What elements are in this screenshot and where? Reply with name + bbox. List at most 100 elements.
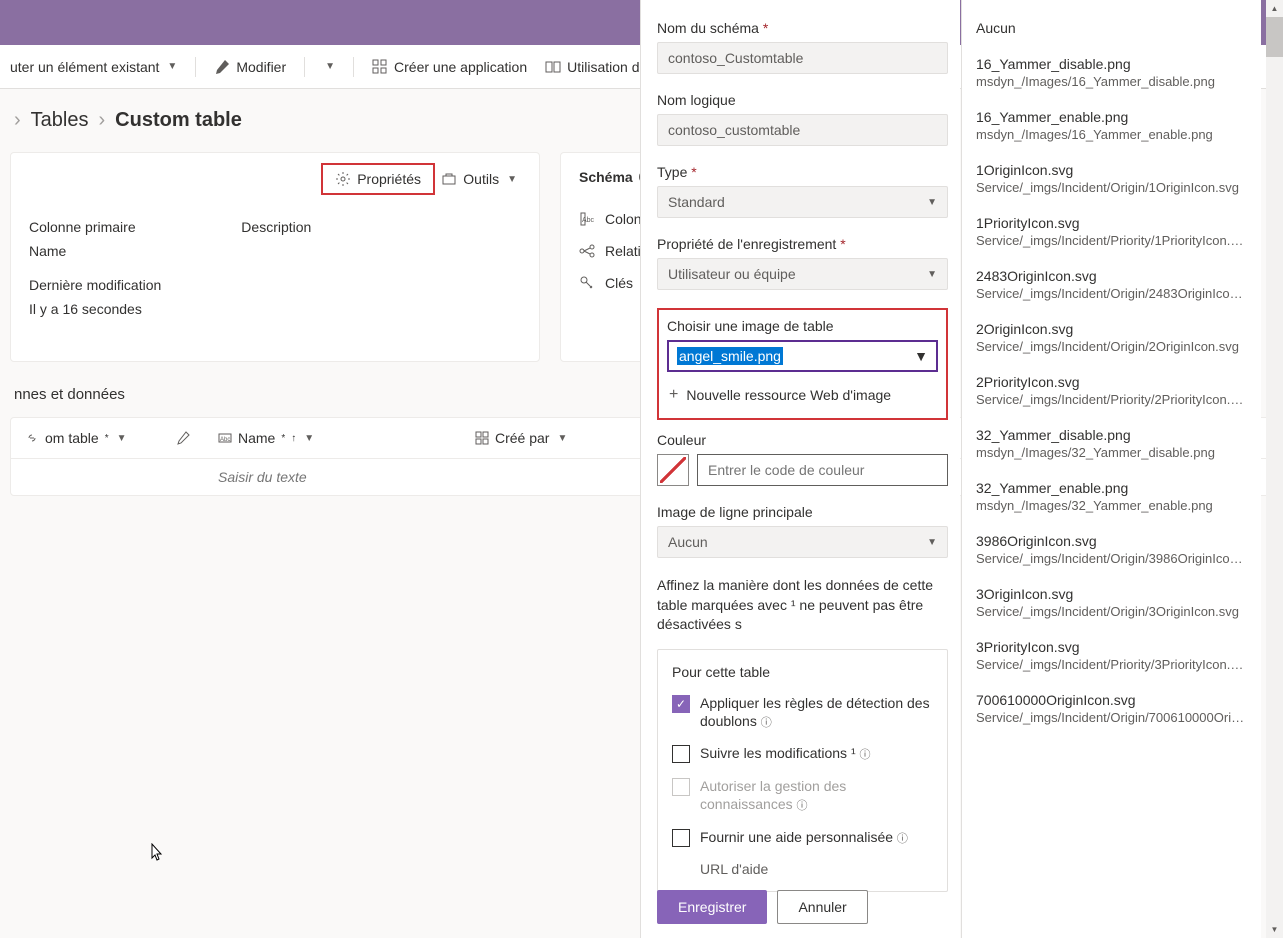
chevron-down-icon[interactable]: ▼ (325, 61, 335, 72)
dropdown-item[interactable]: 2PriorityIcon.svgService/_imgs/Incident/… (962, 364, 1261, 417)
type-label: Type * (657, 164, 948, 180)
custom-help-label: Fournir une aide personnalisée ⓘ (700, 828, 933, 846)
dropdown-item-path: msdyn_/Images/16_Yammer_disable.png (976, 74, 1247, 89)
link-icon (25, 431, 39, 445)
dropdown-item[interactable]: 16_Yammer_enable.pngmsdyn_/Images/16_Yam… (962, 99, 1261, 152)
tools-button[interactable]: Outils ▼ (431, 163, 527, 195)
dropdown-item[interactable]: 1OriginIcon.svgService/_imgs/Incident/Or… (962, 152, 1261, 205)
scroll-up-arrow[interactable]: ▲ (1266, 0, 1283, 17)
create-app-label: Créer une application (394, 59, 527, 75)
dropdown-item[interactable]: 2OriginIcon.svgService/_imgs/Incident/Or… (962, 311, 1261, 364)
col-label: Créé par (495, 430, 549, 446)
dropdown-item[interactable]: 16_Yammer_disable.png msdyn_/Images/16_Ya… (962, 46, 1261, 99)
scroll-down-arrow[interactable]: ▼ (1266, 921, 1283, 938)
description-label: Description (241, 219, 311, 235)
track-changes-label: Suivre les modifications ¹ ⓘ (700, 744, 933, 762)
lookup-icon (475, 431, 489, 445)
vertical-scrollbar[interactable]: ▲ ▼ (1266, 0, 1283, 938)
breadcrumb-tables[interactable]: Tables (31, 109, 89, 132)
dropdown-item-name: 16_Yammer_enable.png (976, 109, 1247, 125)
dropdown-item-path: msdyn_/Images/32_Yammer_disable.png (976, 445, 1247, 460)
primary-column-value: Name (29, 243, 161, 259)
dropdown-item-name: 32_Yammer_enable.png (976, 480, 1247, 496)
track-changes-checkbox[interactable] (672, 745, 690, 763)
schema-name-input[interactable]: contoso_Customtable (657, 42, 948, 74)
url-help-label: URL d'aide (700, 861, 933, 877)
ownership-label: Propriété de l'enregistrement * (657, 236, 948, 252)
add-existing-label: uter un élément existant (10, 59, 159, 75)
created-col-header[interactable]: Créé par ▼ (461, 418, 661, 458)
chevron-down-icon: ▼ (167, 61, 177, 72)
ownership-select[interactable]: Utilisateur ou équipe▼ (657, 258, 948, 290)
chevron-down-icon: ▼ (117, 433, 127, 444)
image-select[interactable]: angel_smile.png ▼ (667, 340, 938, 372)
image-value: angel_smile.png (677, 347, 783, 365)
chevron-down-icon: ▼ (507, 174, 517, 185)
dropdown-item[interactable]: 32_Yammer_enable.png msdyn_/Images/32_Yam… (962, 470, 1261, 523)
dropdown-item-path: Service/_imgs/Incident/Origin/1OriginIco… (976, 180, 1247, 195)
edit-button[interactable]: Modifier (214, 59, 286, 75)
dropdown-item[interactable]: 3OriginIcon.svgService/_imgs/Incident/Or… (962, 576, 1261, 629)
cancel-button[interactable]: Annuler (777, 890, 867, 924)
dropdown-item[interactable]: 3PriorityIcon.svgService/_imgs/Incident/… (962, 629, 1261, 682)
image-dropdown-list[interactable]: Aucun 16_Yammer_disable.png msdyn_/Images/… (961, 0, 1261, 938)
dropdown-item-path: Service/_imgs/Incident/Priority/3Priorit… (976, 657, 1247, 672)
breadcrumb-current: Custom table (115, 109, 242, 132)
info-icon: ⓘ (860, 749, 871, 761)
dropdown-item-name: 16_Yammer_disable.png (976, 56, 1247, 72)
dropdown-item-name: 2OriginIcon.svg (976, 321, 1247, 337)
dropdown-item-path: Service/_imgs/Incident/Origin/2483Origin… (976, 286, 1247, 301)
edit-label: Modifier (236, 59, 286, 75)
tools-label: Outils (463, 171, 499, 187)
toolbox-icon (441, 171, 457, 187)
duplicate-detection-checkbox[interactable] (672, 695, 690, 713)
knowledge-checkbox (672, 778, 690, 796)
dropdown-item-name: 32_Yammer_disable.png (976, 427, 1247, 443)
save-button[interactable]: Enregistrer (657, 890, 767, 924)
schema-title: Schéma (579, 169, 633, 185)
dropdown-item[interactable]: Aucun (962, 10, 1261, 46)
table-options: Pour cette table Appliquer les règles de… (657, 649, 948, 892)
chevron-down-icon: ▼ (914, 348, 928, 364)
name-col-header[interactable]: Abc Name * ↑ ▼ (204, 418, 461, 458)
dropdown-item-path: Service/_imgs/Incident/Origin/700610000O… (976, 710, 1247, 725)
logical-name-input: contoso_customtable (657, 114, 948, 146)
color-swatch[interactable] (657, 454, 689, 486)
dropdown-item[interactable]: 32_Yammer_disable.png msdyn_/Images/32_Ya… (962, 417, 1261, 470)
create-app-button[interactable]: Créer une application (372, 59, 527, 75)
type-select[interactable]: Standard▼ (657, 186, 948, 218)
schema-name-label: Nom du schéma * (657, 20, 948, 36)
text-icon: Abc (218, 431, 232, 445)
info-icon: ⓘ (761, 717, 772, 729)
color-input[interactable] (708, 462, 937, 478)
breadcrumb-sep: › (98, 109, 105, 132)
col-label: om table (45, 430, 99, 446)
gear-icon (335, 171, 351, 187)
dropdown-item-name: Aucun (976, 20, 1247, 36)
new-row-input[interactable] (218, 469, 447, 485)
last-modified-label: Dernière modification (29, 277, 161, 293)
last-modified-value: Il y a 16 secondes (29, 301, 161, 317)
dropdown-item[interactable]: 2483OriginIcon.svg Service/_imgs/Incident… (962, 258, 1261, 311)
dropdown-item[interactable]: 700610000OriginIcon.svg Service/_imgs/Inc… (962, 682, 1261, 735)
logical-name-label: Nom logique (657, 92, 948, 108)
dropdown-item-name: 1PriorityIcon.svg (976, 215, 1247, 231)
dropdown-item-name: 2483OriginIcon.svg (976, 268, 1247, 284)
add-existing-button[interactable]: uter un élément existant ▼ (10, 59, 177, 75)
pencil-icon (214, 59, 230, 75)
dropdown-item-name: 700610000OriginIcon.svg (976, 692, 1247, 708)
new-image-resource[interactable]: + Nouvelle ressource Web d'image (667, 380, 938, 410)
dropdown-item-path: msdyn_/Images/32_Yammer_enable.png (976, 498, 1247, 513)
custom-help-checkbox[interactable] (672, 829, 690, 847)
table-col-header[interactable]: om table * ▼ (11, 418, 204, 458)
properties-button[interactable]: Propriétés (321, 163, 435, 195)
svg-text:Abc: Abc (220, 437, 230, 443)
dropdown-item[interactable]: 1PriorityIcon.svgService/_imgs/Incident/… (962, 205, 1261, 258)
dropdown-item[interactable]: 3986OriginIcon.svgService/_imgs/Incident… (962, 523, 1261, 576)
usage-icon (545, 59, 561, 75)
main-image-select[interactable]: Aucun▼ (657, 526, 948, 558)
chevron-down-icon: ▼ (304, 433, 314, 444)
scroll-thumb[interactable] (1266, 17, 1283, 57)
relation-icon (579, 243, 595, 259)
separator (195, 57, 196, 77)
